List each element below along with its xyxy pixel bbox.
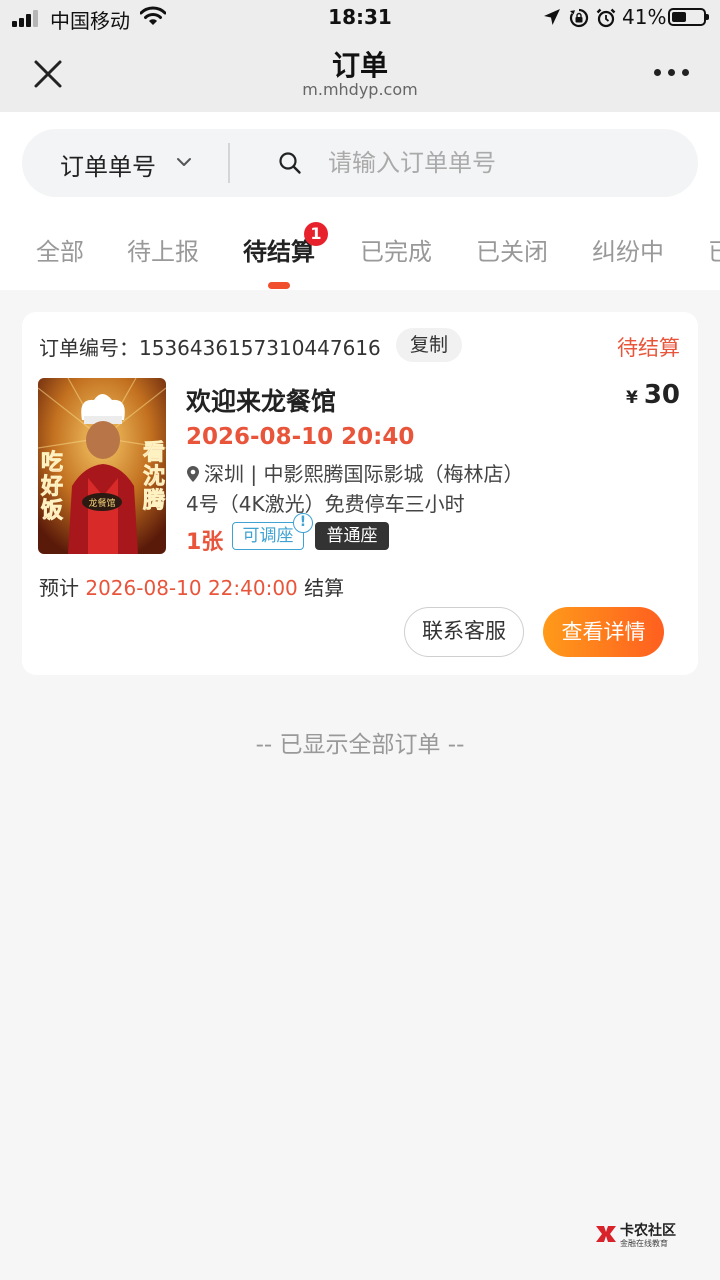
- page-title: 订单: [331, 49, 388, 82]
- filter-header: 订单单号 全部 待上报 待结算 已完成 已关闭 纠纷中 已 1: [0, 112, 720, 290]
- search-type-select[interactable]: 订单单号: [60, 147, 156, 182]
- order-card: 订单编号：1536436157310447616 复制 待结算 龙餐馆 吃好饭 …: [22, 312, 698, 675]
- order-price: ¥30: [626, 380, 680, 410]
- alarm-icon: [596, 8, 616, 28]
- battery-percent: 41%: [622, 5, 667, 29]
- page-url: m.mhdyp.com: [302, 80, 418, 99]
- cinema-info: 深圳 | 中影熙腾国际影城（梅林店）: [186, 458, 523, 487]
- ticket-quantity: 1张: [186, 530, 224, 555]
- movie-title: 欢迎来龙餐馆: [186, 387, 337, 416]
- chevron-down-icon[interactable]: [176, 157, 192, 167]
- more-options-icon[interactable]: [652, 66, 692, 80]
- tab-overflow[interactable]: 已: [708, 232, 720, 267]
- top-bar: 中国移动 18:31 41% 订单 m.mhdyp.com: [0, 0, 720, 112]
- battery-icon: [668, 8, 709, 26]
- watermark-logo-icon: [596, 1226, 616, 1242]
- hall-info: 4号（4K激光）免费停车三小时: [186, 492, 465, 516]
- tab-disputed[interactable]: 纠纷中: [592, 232, 664, 267]
- cinema-name: 深圳 | 中影熙腾国际影城（梅林店）: [204, 462, 524, 486]
- price-value: 30: [643, 380, 680, 410]
- list-end-note: -- 已显示全部订单 --: [255, 732, 465, 758]
- search-bar: 订单单号: [22, 129, 698, 197]
- tab-badge: 1: [304, 222, 328, 246]
- location-pin-icon: [187, 466, 199, 482]
- svg-text:龙餐馆: 龙餐馆: [88, 497, 115, 509]
- order-number: 订单编号：1536436157310447616: [39, 336, 381, 360]
- settlement-estimate: 预计 2026-08-10 22:40:00 结算: [39, 572, 344, 601]
- order-status: 待结算: [617, 336, 680, 360]
- info-icon[interactable]: !: [293, 513, 313, 533]
- order-number-input[interactable]: [328, 143, 668, 183]
- tab-completed[interactable]: 已完成: [360, 232, 432, 267]
- poster-text-right: 看沈腾: [139, 440, 165, 512]
- search-icon: [279, 152, 301, 174]
- watermark-subtitle: 金融在线教育: [620, 1239, 668, 1248]
- seat-type-tag: 普通座: [315, 522, 389, 550]
- showtime: 2026-08-10 20:40: [186, 424, 415, 450]
- settlement-time: 2026-08-10 22:40:00: [85, 576, 298, 600]
- copy-button[interactable]: 复制: [396, 328, 462, 362]
- watermark-name: 卡农社区: [620, 1223, 676, 1239]
- tab-pending-report[interactable]: 待上报: [127, 232, 199, 267]
- settlement-suffix: 结算: [304, 576, 345, 600]
- settlement-prefix: 预计: [39, 576, 79, 600]
- view-details-button[interactable]: 查看详情: [543, 607, 664, 657]
- rotation-lock-icon: [569, 8, 589, 28]
- active-tab-indicator: [268, 282, 290, 289]
- status-bar: 中国移动 18:31 41%: [0, 0, 720, 36]
- movie-poster[interactable]: 龙餐馆 吃好饭 看沈腾: [38, 378, 166, 554]
- tab-closed[interactable]: 已关闭: [476, 232, 548, 267]
- tab-all[interactable]: 全部: [36, 232, 84, 267]
- currency-symbol: ¥: [625, 388, 638, 408]
- location-icon: [544, 9, 560, 25]
- search-divider: [228, 143, 230, 183]
- watermark: 卡农社区 金融在线教育: [594, 1218, 694, 1252]
- poster-text-left: 吃好饭: [38, 449, 64, 522]
- contact-support-button[interactable]: 联系客服: [404, 607, 524, 657]
- order-status-tabs: 全部 待上报 待结算 已完成 已关闭 纠纷中 已: [0, 232, 720, 288]
